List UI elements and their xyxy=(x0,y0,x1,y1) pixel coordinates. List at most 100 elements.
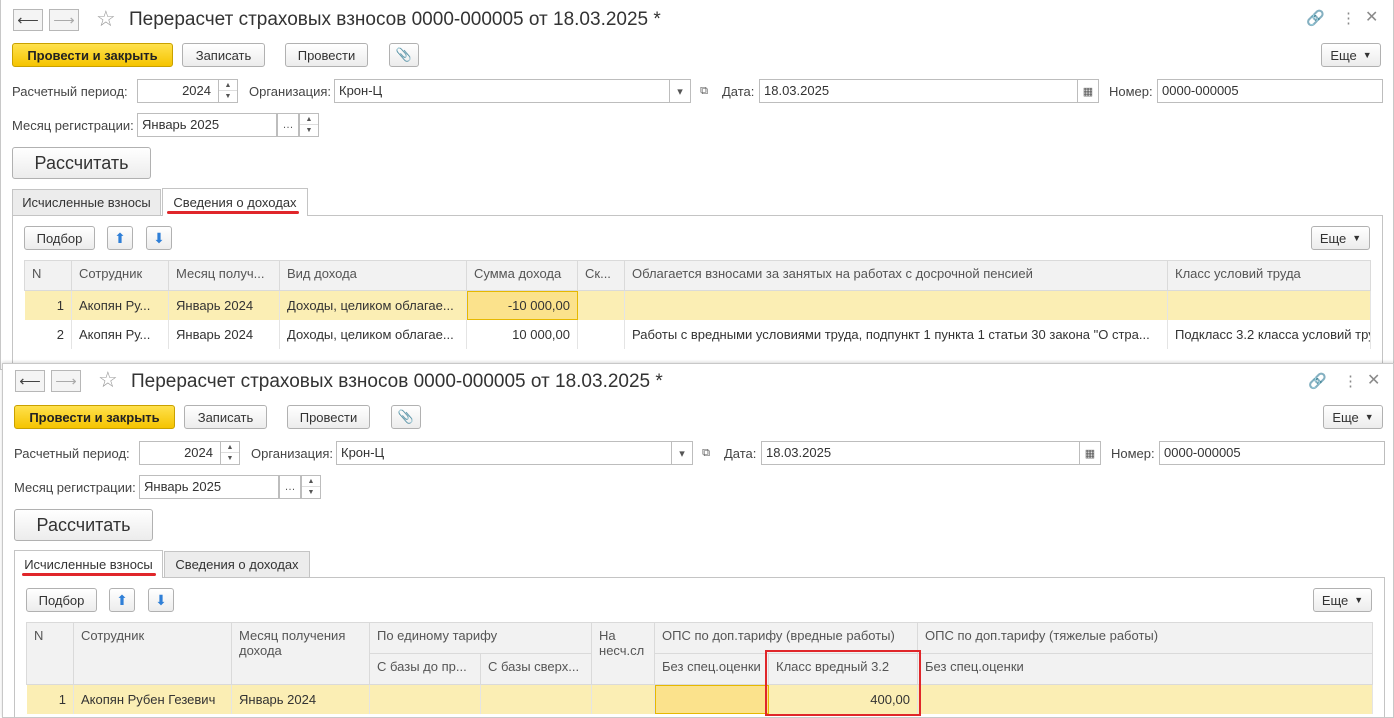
date-input[interactable]: 18.03.2025 xyxy=(761,441,1101,465)
number-input[interactable]: 0000-000005 xyxy=(1157,79,1383,103)
cell-month[interactable]: Январь 2024 xyxy=(168,319,280,349)
calendar-button[interactable]: ▦ xyxy=(1079,441,1101,465)
cell-employee[interactable]: Акопян Рубен Гезевич xyxy=(73,684,232,714)
cell-n[interactable]: 2 xyxy=(24,319,72,349)
cell-n[interactable]: 1 xyxy=(26,684,74,714)
cell-employee[interactable]: Акопян Ру... xyxy=(71,290,169,320)
cell-income-sum[interactable]: 10 000,00 xyxy=(466,319,578,349)
cell-discount[interactable] xyxy=(577,319,625,349)
move-up-button[interactable]: ⬆ xyxy=(109,588,135,612)
table-more-button[interactable]: Еще ▼ xyxy=(1313,588,1372,612)
post-button[interactable]: Провести xyxy=(287,405,370,429)
col-group-ops-heavy[interactable]: ОПС по доп.тарифу (тяжелые работы) xyxy=(917,622,1374,654)
attach-button[interactable]: 📎 xyxy=(389,43,419,67)
cell-early-pension[interactable]: Работы с вредными условиями труда, подпу… xyxy=(624,319,1168,349)
org-dropdown-button[interactable]: ▾ xyxy=(669,79,691,103)
cell-income-sum[interactable]: -10 000,00 xyxy=(466,290,578,320)
col-income-sum[interactable]: Сумма дохода xyxy=(466,260,578,291)
cell-early-pension[interactable] xyxy=(624,290,1168,320)
cell-income-type[interactable]: Доходы, целиком облагае... xyxy=(279,290,467,320)
favorite-star-icon[interactable]: ☆ xyxy=(96,8,116,30)
col-early-pension[interactable]: Облагается взносами за занятых на работа… xyxy=(624,260,1168,291)
post-button[interactable]: Провести xyxy=(285,43,368,67)
forward-button[interactable]: ⟶ xyxy=(49,9,79,31)
col-employee[interactable]: Сотрудник xyxy=(73,622,232,685)
col-n[interactable]: N xyxy=(26,622,74,685)
select-button[interactable]: Подбор xyxy=(26,588,97,612)
calendar-button[interactable]: ▦ xyxy=(1077,79,1099,103)
col-employee[interactable]: Сотрудник xyxy=(71,260,169,291)
cell-no-spec-heavy[interactable] xyxy=(917,684,1374,714)
col-work-class[interactable]: Класс условий труда xyxy=(1167,260,1371,291)
post-and-close-button[interactable]: Провести и закрыть xyxy=(12,43,173,67)
cell-month[interactable]: Январь 2024 xyxy=(231,684,370,714)
save-button[interactable]: Записать xyxy=(182,43,265,67)
table-row[interactable]: 2 Акопян Ру... Январь 2024 Доходы, целик… xyxy=(24,319,1371,349)
link-icon[interactable]: 🔗 xyxy=(1308,374,1327,390)
calculate-button[interactable]: Рассчитать xyxy=(14,509,153,541)
reg-month-spinner[interactable]: ▲ ▼ xyxy=(301,475,321,499)
calculate-button[interactable]: Рассчитать xyxy=(12,147,151,179)
reg-month-select-button[interactable]: … xyxy=(279,475,301,499)
cell-income-type[interactable]: Доходы, целиком облагае... xyxy=(279,319,467,349)
col-accident[interactable]: На несч.сл xyxy=(591,622,656,685)
org-open-button[interactable]: ⧉ xyxy=(695,441,717,465)
favorite-star-icon[interactable]: ☆ xyxy=(98,369,118,391)
col-month[interactable]: Месяц получ... xyxy=(168,260,280,291)
col-base-to[interactable]: С базы до пр... xyxy=(369,653,481,685)
attach-button[interactable]: 📎 xyxy=(391,405,421,429)
post-and-close-button[interactable]: Провести и закрыть xyxy=(14,405,175,429)
more-button[interactable]: Еще ▼ xyxy=(1321,43,1381,67)
save-button[interactable]: Записать xyxy=(184,405,267,429)
col-month[interactable]: Месяц получения дохода xyxy=(231,622,370,685)
col-income-type[interactable]: Вид дохода xyxy=(279,260,467,291)
period-spinner[interactable]: ▲ ▼ xyxy=(220,441,240,465)
cell-accident[interactable] xyxy=(591,684,656,714)
back-button[interactable]: ⟵ xyxy=(13,9,43,31)
cell-month[interactable]: Январь 2024 xyxy=(168,290,280,320)
forward-button[interactable]: ⟶ xyxy=(51,370,81,392)
period-spinner[interactable]: ▲ ▼ xyxy=(218,79,238,103)
cell-work-class[interactable] xyxy=(1167,290,1371,320)
move-down-button[interactable]: ⬇ xyxy=(146,226,172,250)
cell-base-over[interactable] xyxy=(480,684,593,714)
cell-employee[interactable]: Акопян Ру... xyxy=(71,319,169,349)
cell-work-class[interactable]: Подкласс 3.2 класса условий тру xyxy=(1167,319,1371,349)
link-icon[interactable]: 🔗 xyxy=(1306,11,1325,27)
close-icon[interactable]: ✕ xyxy=(1365,10,1378,26)
cell-discount[interactable] xyxy=(577,290,625,320)
number-input[interactable]: 0000-000005 xyxy=(1159,441,1385,465)
cell-base-to[interactable] xyxy=(369,684,481,714)
col-no-spec-heavy[interactable]: Без спец.оценки xyxy=(917,653,1374,685)
col-group-ops-harmful[interactable]: ОПС по доп.тарифу (вредные работы) xyxy=(654,622,919,654)
more-vertical-icon[interactable]: ⋮ xyxy=(1343,374,1358,390)
col-no-spec-harmful[interactable]: Без спец.оценки xyxy=(654,653,770,685)
col-n[interactable]: N xyxy=(24,260,72,291)
col-base-over[interactable]: С базы сверх... xyxy=(479,653,593,685)
org-input[interactable]: Крон-Ц xyxy=(334,79,691,103)
move-up-button[interactable]: ⬆ xyxy=(107,226,133,250)
select-button[interactable]: Подбор xyxy=(24,226,95,250)
table-row[interactable]: 1 Акопян Ру... Январь 2024 Доходы, целик… xyxy=(24,290,1371,320)
more-vertical-icon[interactable]: ⋮ xyxy=(1341,11,1356,27)
reg-month-input[interactable]: Январь 2025 xyxy=(139,475,279,499)
cell-no-spec-harmful[interactable] xyxy=(654,684,770,714)
reg-month-select-button[interactable]: … xyxy=(277,113,299,137)
col-discount[interactable]: Ск... xyxy=(577,260,625,291)
back-button[interactable]: ⟵ xyxy=(15,370,45,392)
org-dropdown-button[interactable]: ▾ xyxy=(671,441,693,465)
date-input[interactable]: 18.03.2025 xyxy=(759,79,1099,103)
col-group-single-tariff[interactable]: По единому тарифу xyxy=(368,622,593,654)
org-open-button[interactable]: ⧉ xyxy=(693,79,715,103)
cell-n[interactable]: 1 xyxy=(24,290,72,320)
more-button[interactable]: Еще ▼ xyxy=(1323,405,1383,429)
close-icon[interactable]: ✕ xyxy=(1367,373,1380,389)
tab-income[interactable]: Сведения о доходах xyxy=(164,551,310,577)
table-row[interactable]: 1 Акопян Рубен Гезевич Январь 2024 400,0… xyxy=(26,684,1374,714)
table-more-button[interactable]: Еще ▼ xyxy=(1311,226,1370,250)
org-input[interactable]: Крон-Ц xyxy=(336,441,693,465)
reg-month-input[interactable]: Январь 2025 xyxy=(137,113,277,137)
tab-calculated[interactable]: Исчисленные взносы xyxy=(12,189,161,215)
reg-month-spinner[interactable]: ▲ ▼ xyxy=(299,113,319,137)
move-down-button[interactable]: ⬇ xyxy=(148,588,174,612)
